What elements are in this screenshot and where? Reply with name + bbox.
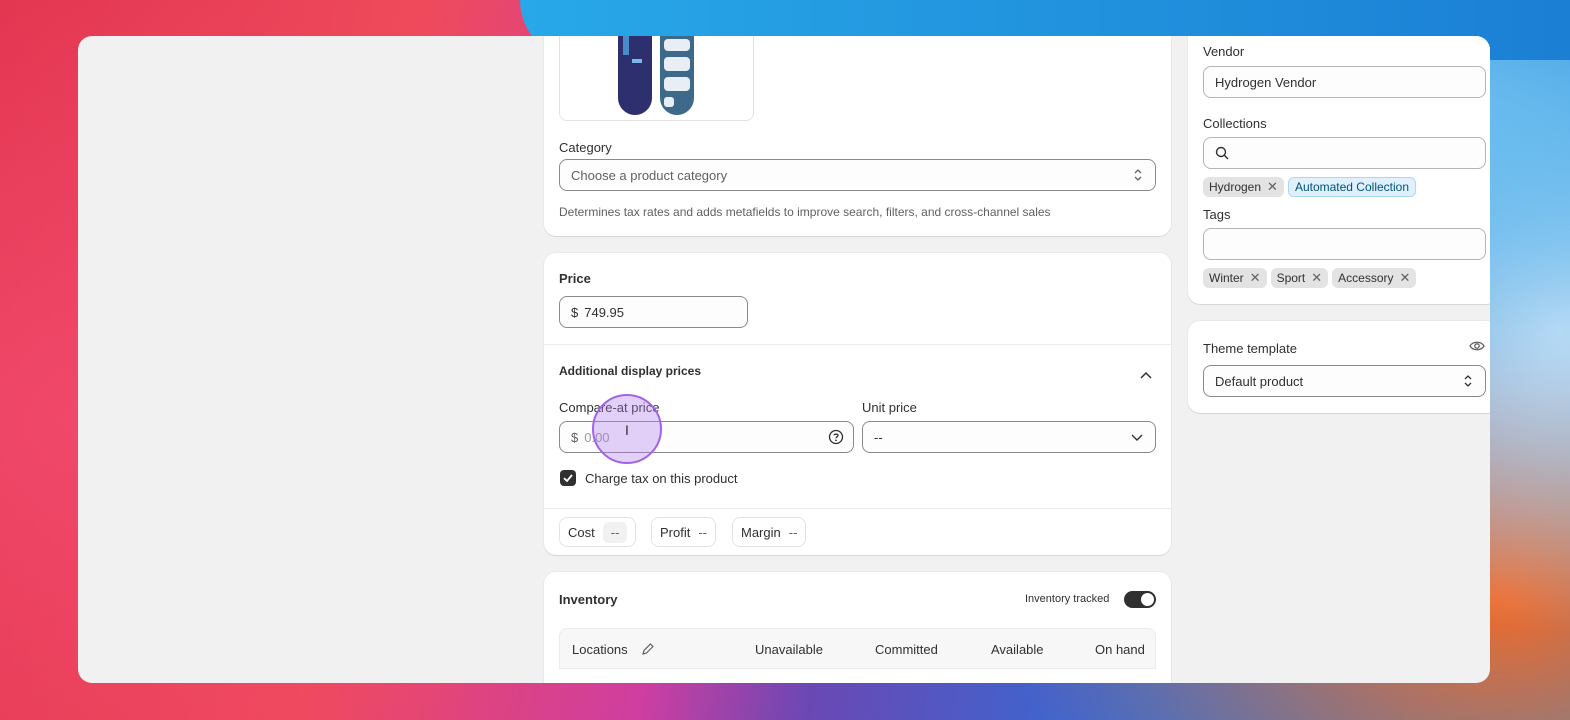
remove-tag-icon[interactable]: ✕: [1267, 179, 1278, 195]
compare-currency: $: [571, 429, 579, 445]
pencil-edit-icon[interactable]: [641, 642, 655, 656]
price-currency: $: [571, 304, 579, 320]
price-label: Price: [559, 271, 591, 286]
toggle-knob: [1141, 593, 1154, 606]
cost-metric: Cost --: [559, 517, 637, 547]
text-cursor-icon: I: [625, 422, 629, 438]
theme-template-value: Default product: [1215, 373, 1304, 389]
inventory-card: Inventory Inventory tracked Locations Un…: [544, 572, 1171, 683]
price-input[interactable]: $ 749.95: [559, 296, 748, 328]
profit-label: Profit: [660, 524, 691, 540]
collection-tag: Hydrogen ✕: [1203, 177, 1284, 197]
theme-template-card: Theme template Default product: [1188, 321, 1490, 413]
organization-card: Vendor Hydrogen Vendor Collections Hydro…: [1188, 36, 1490, 304]
vendor-value: Hydrogen Vendor: [1215, 74, 1317, 90]
unit-price-value: --: [874, 429, 883, 445]
theme-template-label: Theme template: [1203, 341, 1297, 356]
inventory-tracked-toggle[interactable]: [1124, 591, 1156, 608]
additional-prices-title: Additional display prices: [559, 364, 702, 378]
checkmark-icon: [563, 474, 573, 483]
category-card: Category Choose a product category Deter…: [544, 36, 1171, 236]
collection-tag: Automated Collection: [1287, 177, 1417, 197]
column-on-hand: On hand: [1095, 642, 1145, 657]
chevron-down-icon: [1131, 434, 1143, 441]
cost-value: --: [602, 521, 628, 543]
product-tag: Sport ✕: [1270, 268, 1329, 288]
margin-value: --: [788, 524, 798, 540]
charge-tax-label: Charge tax on this product: [585, 471, 738, 486]
category-help-text: Determines tax rates and adds metafields…: [559, 205, 1051, 219]
snowboard-image: [618, 36, 694, 115]
theme-template-select[interactable]: Default product: [1203, 365, 1486, 397]
product-image-thumbnail[interactable]: [559, 36, 754, 121]
product-tag: Winter ✕: [1203, 268, 1267, 288]
price-value: 749.95: [584, 304, 624, 320]
search-icon: [1215, 146, 1229, 160]
product-tag-label: Accessory: [1338, 271, 1394, 285]
column-locations: Locations: [572, 642, 628, 657]
inventory-tracked-label: Inventory tracked: [1025, 593, 1110, 605]
charge-tax-checkbox[interactable]: [560, 470, 576, 486]
product-tag: Accessory ✕: [1332, 268, 1417, 288]
remove-tag-icon[interactable]: ✕: [1311, 270, 1322, 286]
tags-input[interactable]: [1203, 228, 1486, 260]
collections-label: Collections: [1203, 116, 1267, 131]
column-unavailable: Unavailable: [755, 642, 823, 657]
product-tag-label: Sport: [1276, 271, 1306, 285]
collections-search-input[interactable]: [1203, 137, 1486, 169]
profit-value: --: [698, 524, 708, 540]
collection-tag-label: Automated Collection: [1294, 180, 1410, 194]
collections-tag-list: Hydrogen ✕ Automated Collection: [1203, 177, 1420, 197]
remove-tag-icon[interactable]: ✕: [1400, 270, 1411, 286]
margin-label: Margin: [741, 524, 781, 540]
cost-label: Cost: [568, 524, 595, 540]
vendor-label: Vendor: [1203, 44, 1245, 59]
category-label: Category: [559, 140, 612, 155]
divider: [544, 344, 1171, 345]
app-window: Category Choose a product category Deter…: [78, 36, 1490, 683]
category-select[interactable]: Choose a product category: [559, 159, 1156, 191]
tags-tag-list: Winter ✕ Sport ✕ Accessory ✕: [1203, 268, 1420, 288]
tags-label: Tags: [1203, 207, 1231, 222]
help-question-icon[interactable]: [828, 429, 844, 445]
unit-price-select[interactable]: --: [862, 421, 1156, 453]
select-chevron-icon: [1464, 375, 1472, 387]
vendor-input[interactable]: Hydrogen Vendor: [1203, 66, 1486, 98]
unit-price-label: Unit price: [862, 400, 917, 415]
inventory-title: Inventory: [559, 592, 618, 607]
click-highlight-cursor: I: [592, 394, 662, 464]
collection-tag-label: Hydrogen: [1209, 180, 1262, 194]
remove-tag-icon[interactable]: ✕: [1250, 270, 1261, 286]
column-committed: Committed: [875, 642, 938, 657]
inventory-table-header: Locations Unavailable Committed Availabl…: [559, 628, 1156, 669]
category-placeholder: Choose a product category: [571, 167, 728, 183]
collapse-chevron-icon[interactable]: [1140, 371, 1152, 379]
margin-metric: Margin --: [732, 517, 807, 547]
price-card: Price $ 749.95 Additional display prices…: [544, 253, 1171, 555]
eye-icon[interactable]: [1469, 340, 1485, 352]
select-chevron-icon: [1134, 169, 1142, 181]
profit-metric: Profit --: [651, 517, 717, 547]
column-available: Available: [991, 642, 1044, 657]
product-tag-label: Winter: [1209, 271, 1244, 285]
divider: [544, 508, 1171, 509]
